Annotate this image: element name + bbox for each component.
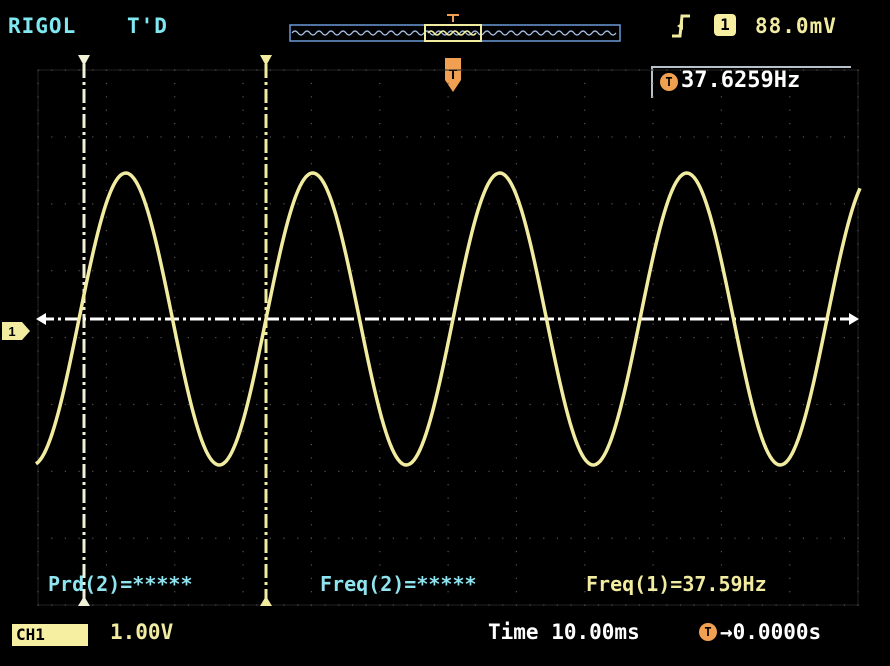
trigger-offset: →0.0000s bbox=[720, 620, 822, 644]
measurement-freq-ch2: Freq(2)=***** bbox=[320, 572, 477, 596]
ch1-ground-marker[interactable]: 1 bbox=[2, 322, 30, 340]
cursor-a[interactable] bbox=[78, 55, 90, 606]
timebase: Time 10.00ms bbox=[488, 620, 640, 644]
trigger-offset-icon: T bbox=[699, 623, 717, 641]
measurement-period-ch2: Prd(2)=***** bbox=[48, 572, 193, 596]
measurement-freq-ch1: Freq(1)=37.59Hz bbox=[586, 572, 767, 596]
trigger-position-marker: T bbox=[445, 14, 461, 92]
channel-label[interactable]: CH1 bbox=[12, 624, 88, 646]
cursor-b[interactable] bbox=[260, 55, 272, 606]
volts-per-div: 1.00V bbox=[110, 620, 174, 644]
trigger-marker-label: T bbox=[449, 66, 458, 82]
memory-position-bar bbox=[289, 24, 621, 42]
ch1-marker-label: 1 bbox=[8, 324, 15, 339]
waveform-display: T 1 bbox=[2, 14, 862, 606]
